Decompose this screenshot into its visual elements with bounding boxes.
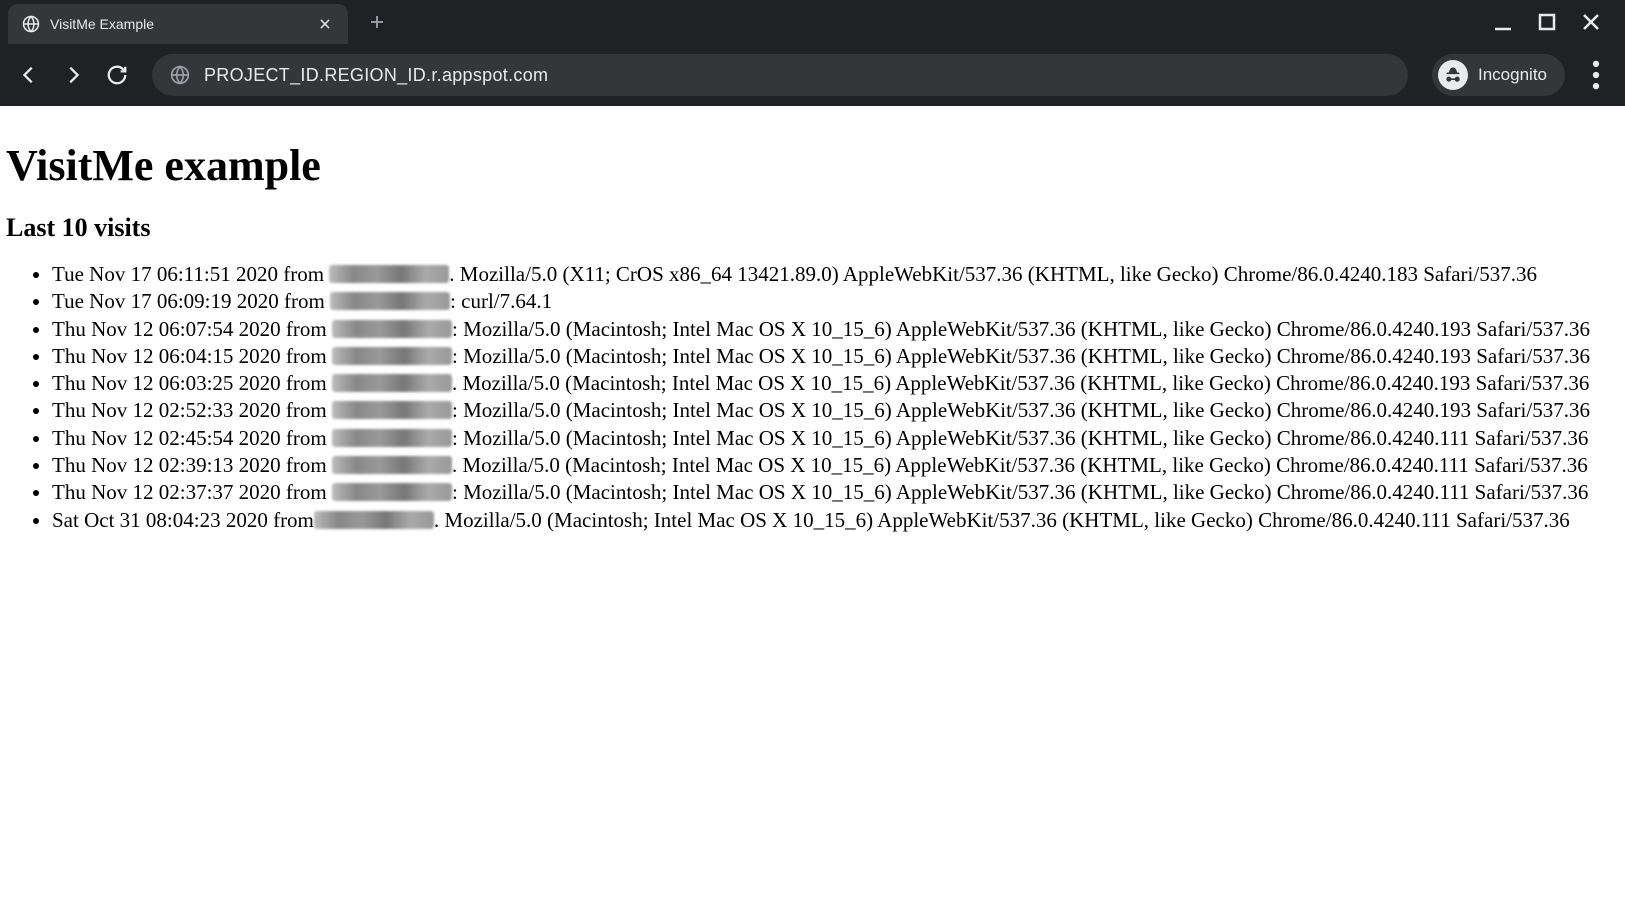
list-item: Thu Nov 12 06:03:25 2020 from . Mozilla/… [52, 370, 1619, 397]
visit-user-agent: : Mozilla/5.0 (Macintosh; Intel Mac OS X… [452, 317, 1590, 341]
browser-menu-button[interactable] [1577, 56, 1615, 94]
redacted-ip [332, 429, 452, 447]
browser-toolbar: PROJECT_ID.REGION_ID.r.appspot.com Incog… [0, 44, 1625, 106]
visit-timestamp: Thu Nov 12 02:45:54 2020 from [52, 426, 332, 450]
visit-user-agent: . Mozilla/5.0 (Macintosh; Intel Mac OS X… [452, 453, 1588, 477]
visit-user-agent: : Mozilla/5.0 (Macintosh; Intel Mac OS X… [452, 426, 1588, 450]
incognito-icon [1438, 60, 1468, 90]
list-item: Thu Nov 12 02:37:37 2020 from : Mozilla/… [52, 479, 1619, 506]
page-content: VisitMe example Last 10 visits Tue Nov 1… [0, 106, 1625, 546]
forward-button[interactable] [54, 56, 92, 94]
list-item: Thu Nov 12 02:45:54 2020 from : Mozilla/… [52, 425, 1619, 452]
visit-user-agent: : Mozilla/5.0 (Macintosh; Intel Mac OS X… [452, 344, 1590, 368]
redacted-ip [332, 347, 452, 365]
url-text: PROJECT_ID.REGION_ID.r.appspot.com [204, 65, 548, 86]
tab-title: VisitMe Example [50, 16, 308, 32]
redacted-ip [332, 374, 452, 392]
visit-timestamp: Thu Nov 12 06:03:25 2020 from [52, 371, 332, 395]
visit-timestamp: Sat Oct 31 08:04:23 2020 from [52, 508, 314, 532]
maximize-button[interactable] [1535, 10, 1559, 34]
globe-icon [22, 15, 40, 33]
close-tab-button[interactable] [316, 15, 334, 33]
visit-user-agent: . Mozilla/5.0 (Macintosh; Intel Mac OS X… [434, 508, 1570, 532]
tab-bar: VisitMe Example [0, 0, 1625, 44]
redacted-ip [332, 320, 452, 338]
visits-list: Tue Nov 17 06:11:51 2020 from . Mozilla/… [6, 261, 1619, 534]
site-info-icon[interactable] [170, 65, 190, 85]
visit-user-agent: : Mozilla/5.0 (Macintosh; Intel Mac OS X… [452, 480, 1588, 504]
page-title: VisitMe example [6, 140, 1619, 191]
browser-tab[interactable]: VisitMe Example [8, 4, 348, 44]
list-item: Tue Nov 17 06:11:51 2020 from . Mozilla/… [52, 261, 1619, 288]
new-tab-button[interactable] [362, 7, 392, 37]
visit-user-agent: . Mozilla/5.0 (X11; CrOS x86_64 13421.89… [449, 262, 1537, 286]
incognito-badge[interactable]: Incognito [1432, 54, 1565, 96]
redacted-ip [329, 265, 449, 283]
visit-timestamp: Thu Nov 12 02:39:13 2020 from [52, 453, 332, 477]
list-item: Sat Oct 31 08:04:23 2020 from . Mozilla/5… [52, 507, 1619, 534]
visit-user-agent: : Mozilla/5.0 (Macintosh; Intel Mac OS X… [452, 398, 1590, 422]
list-item: Thu Nov 12 06:07:54 2020 from : Mozilla/… [52, 316, 1619, 343]
reload-button[interactable] [98, 56, 136, 94]
visit-user-agent: : curl/7.64.1 [450, 289, 552, 313]
incognito-label: Incognito [1478, 65, 1547, 85]
visit-timestamp: Thu Nov 12 02:52:33 2020 from [52, 398, 332, 422]
redacted-ip [332, 483, 452, 501]
visit-timestamp: Thu Nov 12 06:04:15 2020 from [52, 344, 332, 368]
visit-user-agent: . Mozilla/5.0 (Macintosh; Intel Mac OS X… [452, 371, 1589, 395]
list-item: Thu Nov 12 06:04:15 2020 from : Mozilla/… [52, 343, 1619, 370]
redacted-ip [330, 292, 450, 310]
visit-timestamp: Tue Nov 17 06:11:51 2020 from [52, 262, 329, 286]
list-item: Thu Nov 12 02:39:13 2020 from . Mozilla/… [52, 452, 1619, 479]
visit-timestamp: Thu Nov 12 02:37:37 2020 from [52, 480, 332, 504]
list-item: Thu Nov 12 02:52:33 2020 from : Mozilla/… [52, 397, 1619, 424]
page-subtitle: Last 10 visits [6, 213, 1619, 243]
visit-timestamp: Tue Nov 17 06:09:19 2020 from [52, 289, 330, 313]
redacted-ip [314, 511, 434, 529]
back-button[interactable] [10, 56, 48, 94]
minimize-button[interactable] [1491, 10, 1515, 34]
browser-chrome: VisitMe Example [0, 0, 1625, 106]
address-bar[interactable]: PROJECT_ID.REGION_ID.r.appspot.com [152, 54, 1408, 96]
visit-timestamp: Thu Nov 12 06:07:54 2020 from [52, 317, 332, 341]
redacted-ip [332, 401, 452, 419]
list-item: Tue Nov 17 06:09:19 2020 from : curl/7.6… [52, 288, 1619, 315]
close-window-button[interactable] [1579, 10, 1603, 34]
redacted-ip [332, 456, 452, 474]
window-controls [1491, 10, 1617, 34]
